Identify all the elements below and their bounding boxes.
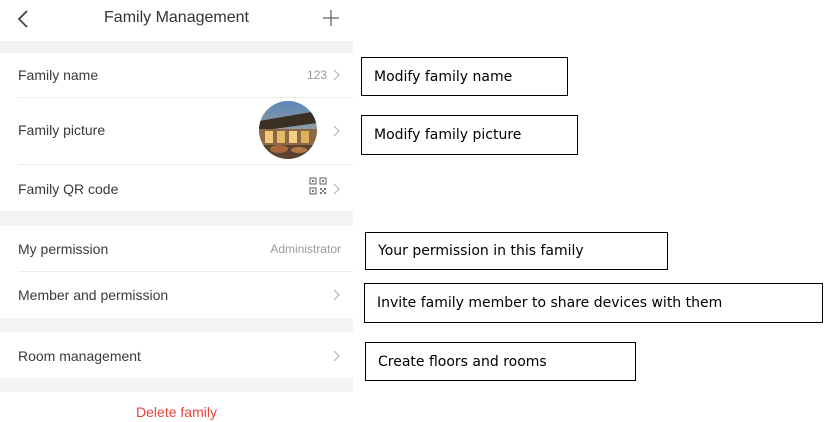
annotation-my-permission: Your permission in this family: [365, 232, 668, 270]
house-photo-icon: [259, 101, 317, 159]
row-label: Room management: [18, 348, 141, 364]
family-picture-avatar: [259, 101, 317, 159]
row-label: Family name: [18, 67, 99, 83]
page: Family Management Family name 123 Family…: [0, 0, 824, 422]
row-label: My permission: [18, 241, 109, 257]
chevron-right-icon: [333, 69, 340, 81]
nav-header: Family Management: [0, 0, 353, 40]
row-label: Member and permission: [18, 287, 169, 303]
section-gap: [0, 378, 353, 392]
page-title: Family Management: [104, 9, 249, 26]
annotation-room-management: Create floors and rooms: [365, 342, 636, 381]
chevron-right-icon: [333, 125, 340, 137]
annotation-member-permission: Invite family member to share devices wi…: [364, 283, 823, 323]
row-label: Family picture: [18, 122, 106, 138]
chevron-right-icon: [333, 183, 340, 195]
row-room-management[interactable]: Room management: [0, 332, 353, 378]
annotation-family-picture: Modify family picture: [361, 115, 578, 155]
qr-code-icon: [309, 177, 327, 195]
add-button[interactable]: [322, 9, 340, 27]
annotation-family-name: Modify family name: [361, 57, 568, 96]
row-family-picture[interactable]: Family picture: [0, 98, 353, 163]
row-member-permission[interactable]: Member and permission: [0, 272, 353, 318]
section-gap: [0, 211, 353, 226]
row-family-name[interactable]: Family name 123: [0, 53, 353, 97]
row-label: Family QR code: [18, 181, 119, 197]
row-my-permission: My permission Administrator: [0, 226, 353, 271]
row-family-qr[interactable]: Family QR code: [0, 165, 353, 211]
delete-family-button[interactable]: Delete family: [0, 404, 353, 420]
section-gap: [0, 318, 353, 332]
chevron-right-icon: [333, 289, 340, 301]
permission-value: Administrator: [270, 242, 341, 256]
family-name-value: 123: [306, 68, 327, 82]
phone-screen: Family Management Family name 123 Family…: [0, 0, 353, 422]
plus-icon: [323, 10, 339, 26]
chevron-right-icon: [333, 350, 340, 362]
section-gap: [0, 41, 353, 53]
